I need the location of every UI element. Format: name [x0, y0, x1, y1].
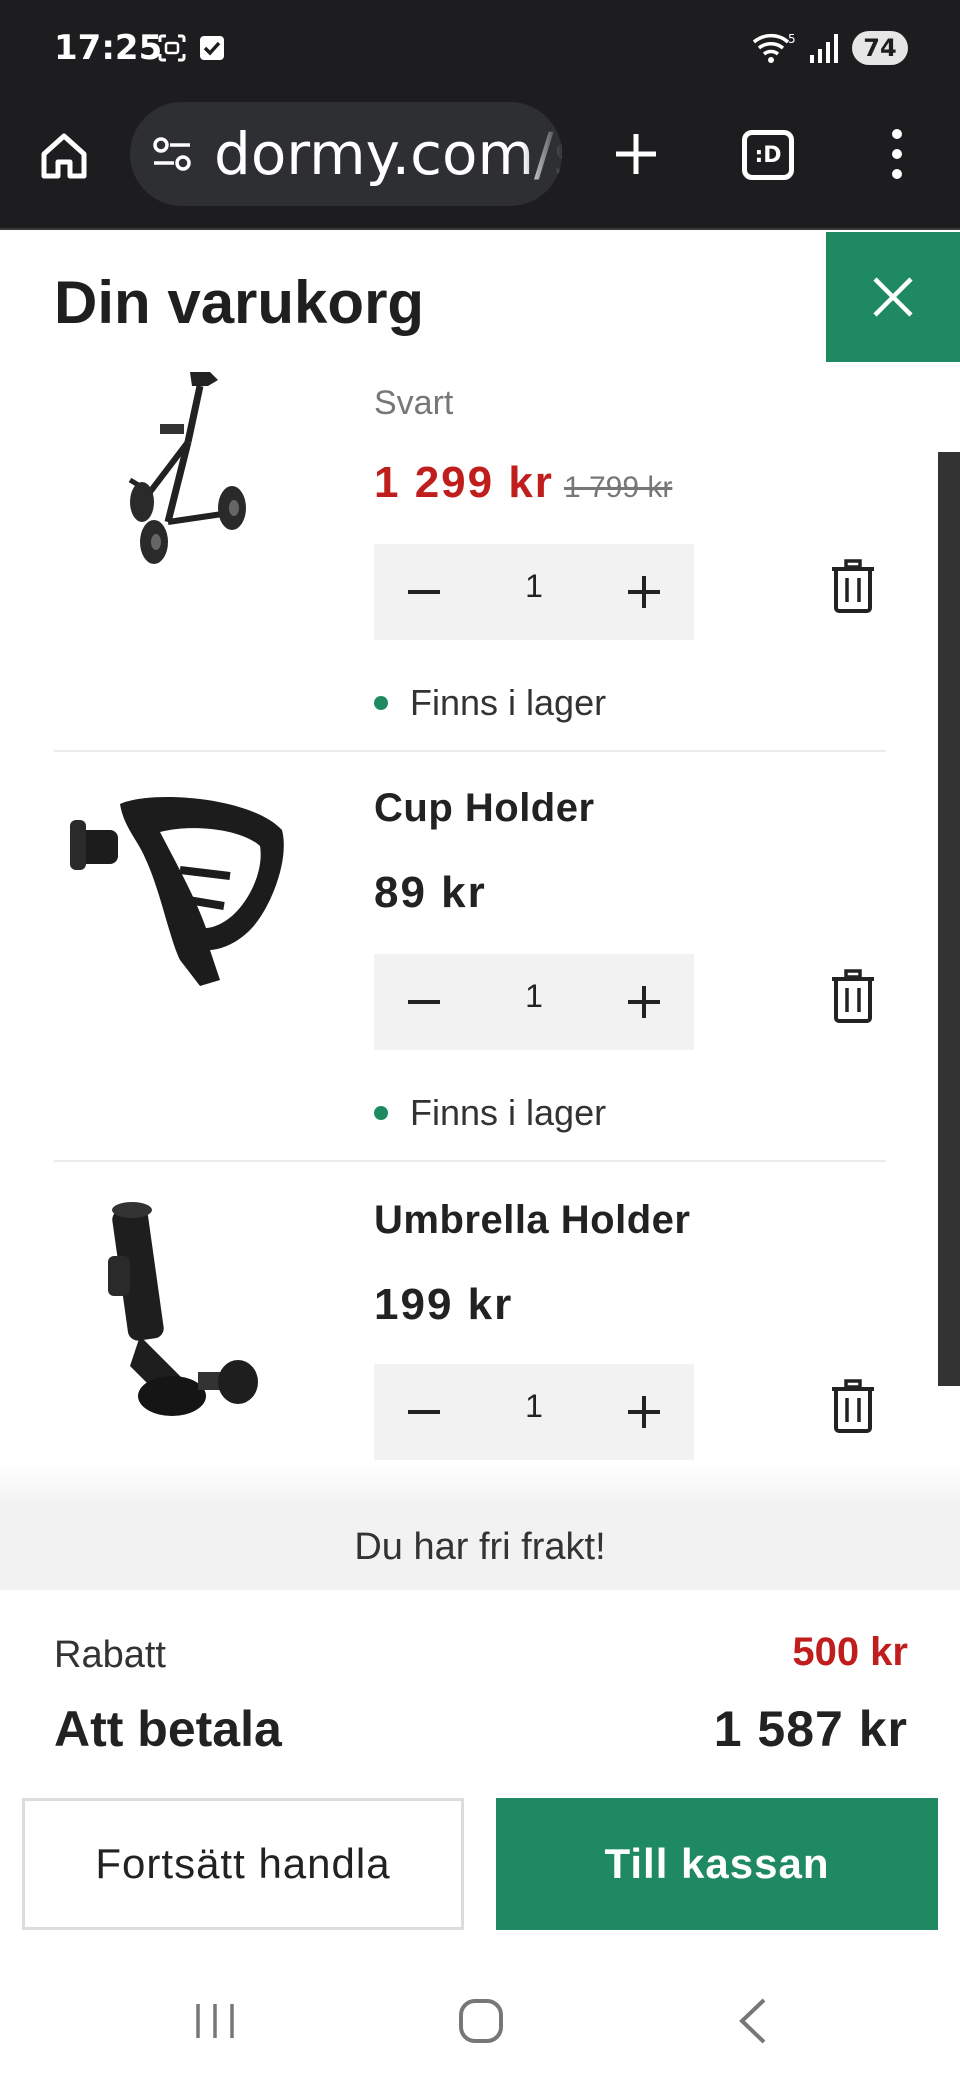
scrollbar-thumb[interactable] — [938, 452, 960, 1386]
divider — [54, 1160, 886, 1162]
stock-dot-icon — [374, 1106, 388, 1120]
order-summary: Rabatt 500 kr Att betala 1 587 kr — [0, 1590, 960, 1800]
item-price: 1 299 kr 1 799 kr — [374, 458, 672, 508]
screenshot-icon — [158, 34, 186, 62]
recent-apps-icon[interactable] — [190, 2000, 240, 2042]
url-text: dormy.com/s — [214, 120, 562, 188]
home-icon[interactable] — [36, 128, 92, 184]
total-label: Att betala — [54, 1701, 282, 1757]
url-fade — [522, 102, 562, 206]
site-settings-icon[interactable] — [152, 136, 192, 172]
close-button[interactable] — [826, 232, 960, 362]
quantity-value[interactable]: 1 — [504, 978, 564, 1015]
stock-dot-icon — [374, 696, 388, 710]
item-price: 199 kr — [374, 1280, 514, 1329]
quantity-stepper: 1 — [374, 1364, 694, 1460]
browser-toolbar: dormy.com/s :D — [0, 98, 960, 230]
minus-icon[interactable] — [396, 974, 452, 1030]
cart-title: Din varukorg — [54, 269, 425, 336]
item-name[interactable]: Cup Holder — [374, 786, 595, 831]
discount-value: 500 kr — [792, 1630, 908, 1674]
old-price: 1 799 kr — [563, 471, 673, 504]
plus-icon[interactable] — [616, 564, 672, 620]
quantity-value[interactable]: 1 — [504, 1388, 564, 1425]
trash-icon[interactable] — [828, 558, 878, 614]
status-bar: 17:25 5 74 — [0, 0, 960, 98]
quantity-value[interactable]: 1 — [504, 568, 564, 605]
continue-shopping-button[interactable]: Fortsätt handla — [22, 1798, 464, 1930]
free-shipping-banner: Du har fri frakt! — [0, 1504, 960, 1590]
trash-icon[interactable] — [828, 968, 878, 1024]
back-icon[interactable] — [734, 1996, 770, 2046]
total-value: 1 587 kr — [713, 1701, 908, 1757]
quantity-stepper: 1 — [374, 954, 694, 1050]
stock-label: Finns i lager — [410, 682, 607, 723]
divider — [54, 750, 886, 752]
status-right: 5 74 — [752, 30, 908, 66]
close-icon — [873, 277, 913, 317]
system-nav-bar — [0, 1956, 960, 2080]
cup-holder-image — [70, 796, 284, 986]
trash-icon[interactable] — [828, 1378, 878, 1434]
stock-status: Finns i lager — [374, 682, 606, 724]
new-tab-icon[interactable] — [608, 126, 664, 182]
checkbox-icon — [200, 36, 224, 60]
quantity-stepper: 1 — [374, 544, 694, 640]
tabs-icon[interactable]: :D — [742, 130, 794, 180]
golf-trolley-image — [128, 372, 246, 564]
network-label: 5 — [788, 32, 796, 46]
item-price: 89 kr — [374, 868, 487, 917]
plus-icon[interactable] — [616, 974, 672, 1030]
plus-icon[interactable] — [616, 1384, 672, 1440]
more-icon[interactable] — [880, 126, 914, 182]
item-name[interactable]: Umbrella Holder — [374, 1198, 690, 1243]
sale-price: 1 299 kr — [374, 458, 554, 507]
footer-shadow — [0, 1462, 960, 1506]
address-bar[interactable]: dormy.com/s — [130, 102, 562, 206]
minus-icon[interactable] — [396, 1384, 452, 1440]
stock-status: Finns i lager — [374, 1092, 606, 1134]
item-variant: Svart — [374, 384, 454, 422]
home-nav-icon[interactable] — [458, 1998, 504, 2044]
stock-label: Finns i lager — [410, 1092, 607, 1133]
signal-icon — [810, 34, 838, 63]
minus-icon[interactable] — [396, 564, 452, 620]
battery-badge: 74 — [852, 31, 908, 65]
discount-label: Rabatt — [54, 1634, 166, 1676]
checkout-button[interactable]: Till kassan — [496, 1798, 938, 1930]
status-time: 17:25 — [54, 28, 163, 68]
wifi-icon: 5 — [752, 32, 796, 63]
umbrella-holder-image — [108, 1202, 258, 1416]
